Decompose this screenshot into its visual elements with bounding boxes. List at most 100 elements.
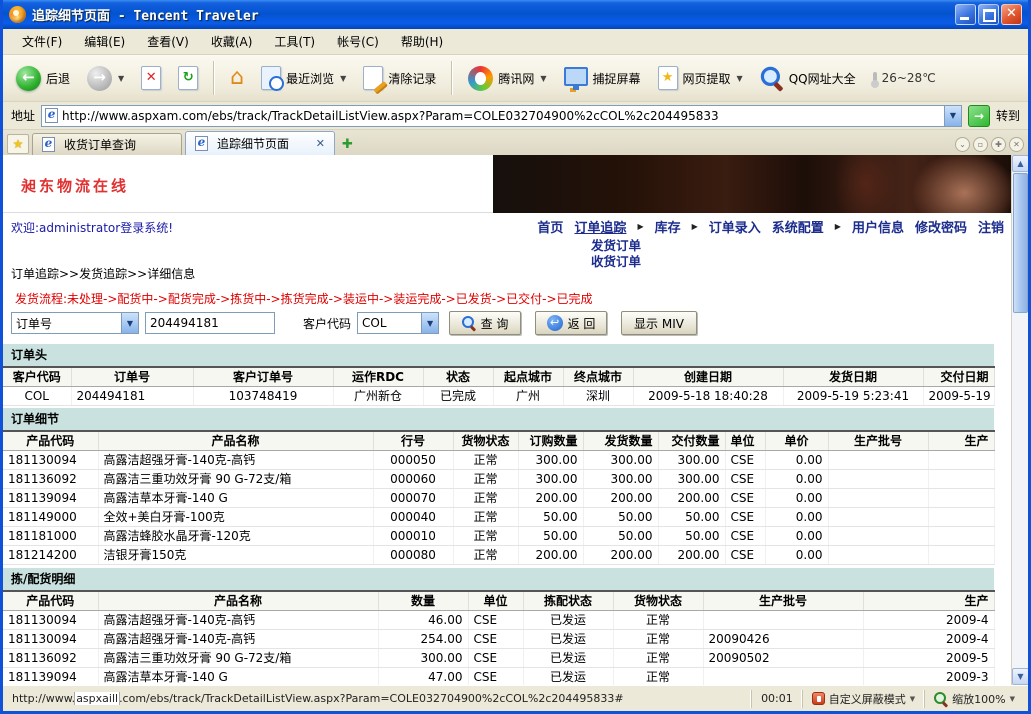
- new-tab-button[interactable]: ✚: [338, 137, 357, 155]
- table-cell: 高露洁草本牙膏-140 G: [98, 488, 373, 507]
- table-cell: 高露洁三重功效牙膏 90 G-72支/箱: [98, 648, 378, 667]
- refresh-button[interactable]: [173, 63, 203, 93]
- address-dropdown-icon[interactable]: ▼: [944, 106, 961, 126]
- recent-dropdown-icon[interactable]: ▼: [340, 74, 346, 83]
- table-cell: CSE: [468, 648, 523, 667]
- extract-label: 网页提取: [683, 70, 731, 87]
- scrollbar-thumb[interactable]: [1013, 173, 1028, 313]
- column-header: 状态: [423, 367, 493, 386]
- show-miv-button[interactable]: 显示 MIV: [621, 311, 697, 335]
- table-cell: CSE: [725, 488, 765, 507]
- weather-widget[interactable]: 26~28℃: [868, 68, 941, 88]
- tab-track-detail[interactable]: 追踪细节页面 ✕: [185, 131, 335, 155]
- recent-browsing-button[interactable]: 最近浏览 ▼: [256, 63, 351, 93]
- page-extract-button[interactable]: 网页提取 ▼: [653, 63, 748, 93]
- nav-arrow-icon: ▶: [692, 222, 698, 231]
- table-cell: 0.00: [765, 450, 828, 469]
- customer-code-select[interactable]: COL ▼: [357, 312, 439, 334]
- tencent-site-button[interactable]: 腾讯网 ▼: [463, 63, 551, 94]
- minimize-button[interactable]: [955, 4, 976, 25]
- column-header: 货物状态: [613, 591, 703, 610]
- extract-dropdown-icon[interactable]: ▼: [737, 74, 743, 83]
- table-cell: CSE: [725, 526, 765, 545]
- home-button[interactable]: ⌂: [225, 64, 249, 92]
- tab-close-icon[interactable]: ✕: [316, 137, 325, 150]
- table-cell: 47.00: [378, 667, 468, 685]
- maximize-button[interactable]: [978, 4, 999, 25]
- submenu-ship-order[interactable]: 发货订单: [591, 238, 641, 254]
- tab-pin-button[interactable]: ✚: [991, 137, 1006, 152]
- section-order-detail: 订单细节: [3, 408, 994, 430]
- scroll-down-icon[interactable]: ▼: [1012, 668, 1028, 685]
- table-cell: 254.00: [378, 629, 468, 648]
- tab-close-all-button[interactable]: ✕: [1009, 137, 1024, 152]
- table-cell: 000040: [373, 507, 453, 526]
- nav-logout[interactable]: 注销: [978, 217, 1004, 236]
- qq-sites-button[interactable]: QQ网址大全: [755, 67, 861, 90]
- search-field-select[interactable]: 订单号 ▼: [11, 312, 139, 334]
- scroll-up-icon[interactable]: ▲: [1012, 155, 1028, 172]
- back-button[interactable]: 后退: [11, 63, 75, 94]
- capture-screen-button[interactable]: 捕捉屏幕: [559, 67, 646, 90]
- table-cell: CSE: [468, 629, 523, 648]
- forward-button[interactable]: ▼: [82, 63, 129, 94]
- nav-user-info[interactable]: 用户信息: [852, 217, 904, 236]
- nav-order-track[interactable]: 订单追踪: [574, 217, 626, 236]
- order-number-input[interactable]: [145, 312, 275, 334]
- menu-file[interactable]: 文件(F): [11, 30, 73, 53]
- nav-order-entry[interactable]: 订单录入: [709, 217, 761, 236]
- menu-tools[interactable]: 工具(T): [263, 30, 326, 53]
- address-field[interactable]: http://www.aspxam.com/ebs/track/TrackDet…: [41, 105, 962, 127]
- return-label: 返 回: [568, 315, 596, 332]
- forward-dropdown-icon[interactable]: ▼: [118, 74, 124, 83]
- tencent-dropdown-icon[interactable]: ▼: [540, 74, 546, 83]
- menu-favorites[interactable]: 收藏(A): [200, 30, 264, 53]
- submenu-receive-order[interactable]: 收货订单: [591, 254, 641, 270]
- status-url-prefix: http://www.: [12, 692, 75, 705]
- tab-label: 追踪细节页面: [217, 135, 289, 152]
- tab-list-button[interactable]: ⌄: [955, 137, 970, 152]
- table-cell: 181139094: [3, 667, 98, 685]
- nav-inventory[interactable]: 库存: [655, 217, 681, 236]
- favorites-star-icon[interactable]: ★: [7, 134, 29, 154]
- search-icon: [462, 316, 476, 330]
- vertical-scrollbar[interactable]: ▲ ▼: [1011, 155, 1028, 685]
- menu-view[interactable]: 查看(V): [136, 30, 200, 53]
- nav-home[interactable]: 首页: [537, 217, 563, 236]
- table-cell: 50.00: [658, 526, 725, 545]
- table-cell: 0.00: [765, 507, 828, 526]
- table-cell: 2009-3: [863, 667, 994, 685]
- zoom-dropdown[interactable]: 缩放100% ▼: [924, 690, 1024, 708]
- table-cell: [828, 545, 928, 564]
- nav-change-password[interactable]: 修改密码: [915, 217, 967, 236]
- table-cell: 高露洁草本牙膏-140 G: [98, 667, 378, 685]
- nav-sys-config[interactable]: 系统配置: [772, 217, 824, 236]
- monitor-icon: [564, 67, 588, 86]
- table-cell: 2009-4: [863, 610, 994, 629]
- stop-button[interactable]: [136, 63, 166, 93]
- chevron-down-icon[interactable]: ▼: [421, 313, 438, 333]
- title-bar: 追踪细节页面 - Tencent Traveler: [3, 0, 1028, 29]
- tab-receive-order-query[interactable]: 收货订单查询: [32, 133, 182, 155]
- table-row: 181130094高露洁超强牙膏-140克-高钙000050正常300.0030…: [3, 450, 994, 469]
- query-button[interactable]: 查 询: [449, 311, 521, 335]
- table-cell: [928, 526, 994, 545]
- table-cell: 50.00: [583, 507, 658, 526]
- go-button[interactable]: →: [968, 105, 990, 127]
- chevron-down-icon[interactable]: ▼: [121, 313, 138, 333]
- table-row: 181214200洁银牙膏150克000080正常200.00200.00200…: [3, 545, 994, 564]
- section-pick-detail: 拣/配货明细: [3, 568, 994, 590]
- home-icon: ⌂: [230, 67, 244, 89]
- clear-history-button[interactable]: 清除记录: [358, 63, 441, 93]
- table-cell: 正常: [453, 469, 518, 488]
- tab-restore-button[interactable]: ▫: [973, 137, 988, 152]
- address-url[interactable]: http://www.aspxam.com/ebs/track/TrackDet…: [62, 109, 944, 123]
- return-button[interactable]: 返 回: [535, 311, 607, 335]
- go-label[interactable]: 转到: [996, 107, 1020, 124]
- shield-mode-dropdown[interactable]: 自定义屏蔽模式 ▼: [802, 690, 924, 708]
- menu-account[interactable]: 帐号(C): [326, 30, 390, 53]
- close-button[interactable]: [1001, 4, 1022, 25]
- menu-edit[interactable]: 编辑(E): [73, 30, 136, 53]
- menu-help[interactable]: 帮助(H): [390, 30, 454, 53]
- table-cell: 000080: [373, 545, 453, 564]
